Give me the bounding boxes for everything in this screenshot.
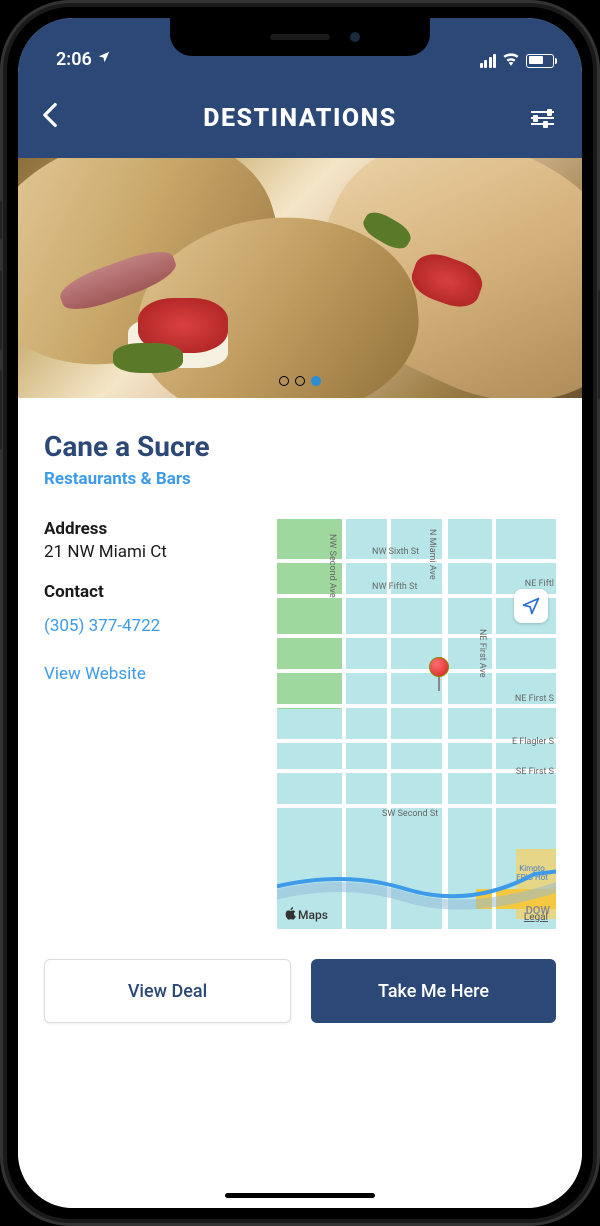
signal-icon — [480, 54, 497, 68]
notch — [170, 18, 430, 56]
phone-frame: 2:06 DESTINATIONS — [0, 0, 600, 1226]
place-name: Cane a Sucre — [44, 430, 556, 463]
mute-switch — [0, 200, 2, 240]
screen: 2:06 DESTINATIONS — [18, 18, 582, 1208]
contact-label: Contact — [44, 582, 259, 602]
locate-me-button[interactable] — [514, 589, 548, 623]
map-label: NW Second Ave — [327, 534, 337, 598]
address-label: Address — [44, 519, 259, 539]
location-icon — [97, 50, 111, 68]
map-label: N Miami Ave — [427, 529, 437, 580]
maps-attribution: Maps — [285, 907, 328, 923]
status-time: 2:06 — [56, 49, 92, 70]
filter-button[interactable] — [528, 111, 558, 125]
action-row: View Deal Take Me Here — [44, 959, 556, 1023]
back-button[interactable] — [42, 101, 72, 136]
map-label: NE Fiftl — [525, 579, 554, 589]
carousel-dots[interactable] — [279, 376, 321, 386]
hero-image-carousel[interactable] — [18, 158, 582, 398]
website-link[interactable]: View Website — [44, 664, 259, 684]
map-label: E Flagler S — [512, 737, 554, 747]
apple-logo-icon — [285, 907, 296, 923]
carousel-dot-1[interactable] — [279, 376, 289, 386]
volume-up — [0, 270, 2, 350]
map-label: NE First S — [515, 694, 554, 704]
status-right — [480, 51, 555, 70]
map-label: SW Second St — [382, 809, 438, 819]
volume-down — [0, 370, 2, 450]
address-value: 21 NW Miami Ct — [44, 542, 259, 562]
map-view[interactable]: NW Sixth St NW Fifth St NW Second Ave N … — [277, 519, 556, 929]
detail-text-column: Address 21 NW Miami Ct Contact (305) 377… — [44, 519, 259, 929]
take-me-here-button[interactable]: Take Me Here — [311, 959, 556, 1023]
map-legal-link[interactable]: Legal — [524, 912, 548, 923]
view-deal-button[interactable]: View Deal — [44, 959, 291, 1023]
place-category: Restaurants & Bars — [44, 469, 556, 489]
carousel-dot-3[interactable] — [311, 376, 321, 386]
phone-link[interactable]: (305) 377-4722 — [44, 616, 259, 636]
battery-icon — [526, 54, 554, 68]
page-title: DESTINATIONS — [203, 104, 397, 133]
status-left: 2:06 — [56, 49, 111, 70]
map-pin-icon — [429, 657, 449, 691]
wifi-icon — [502, 51, 520, 70]
map-label: NW Fifth St — [372, 582, 417, 592]
nav-header: DESTINATIONS — [18, 78, 582, 158]
detail-row: Address 21 NW Miami Ct Contact (305) 377… — [44, 519, 556, 929]
home-indicator[interactable] — [225, 1193, 375, 1198]
map-label: SE First S — [516, 767, 554, 777]
map-label: NE First Ave — [477, 629, 487, 678]
map-label: NW Sixth St — [372, 547, 419, 557]
carousel-dot-2[interactable] — [295, 376, 305, 386]
content-area: Cane a Sucre Restaurants & Bars Address … — [18, 398, 582, 1208]
